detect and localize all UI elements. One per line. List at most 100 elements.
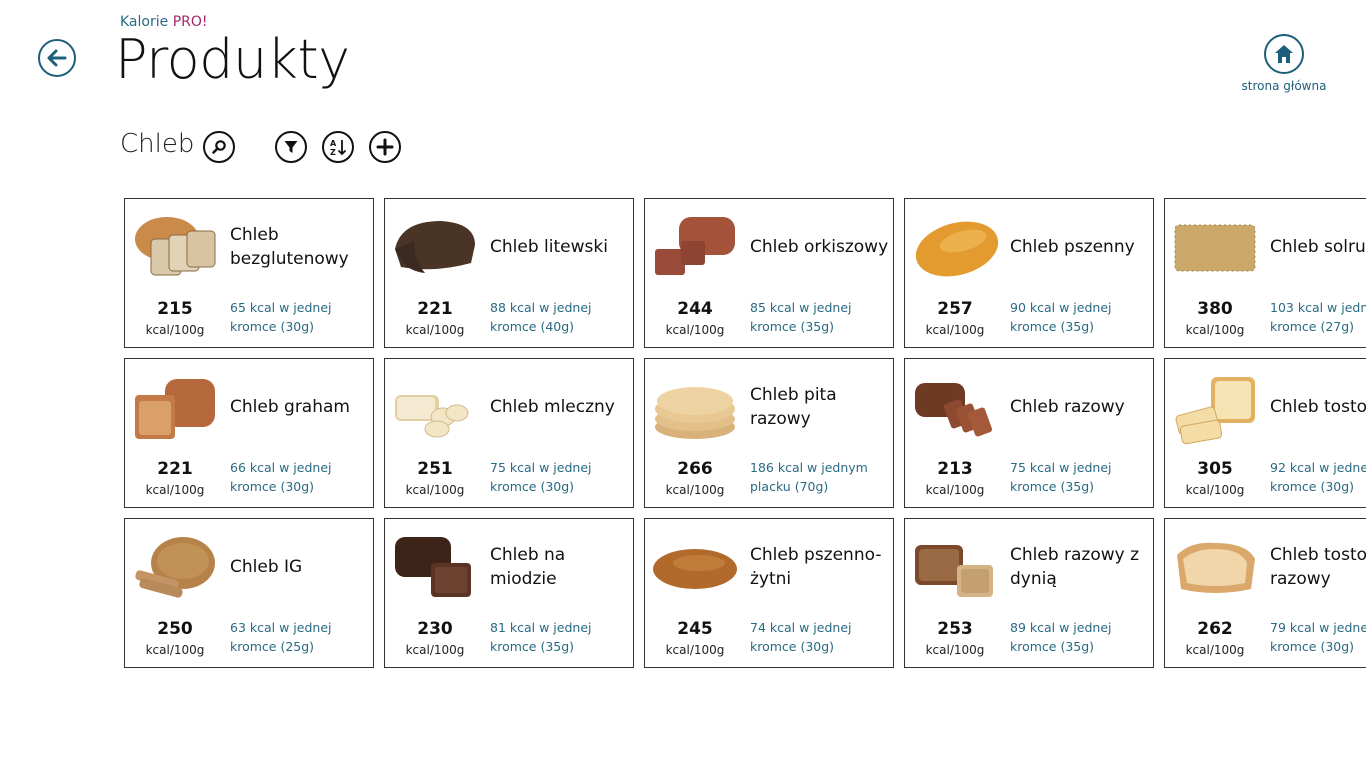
kcal-value: 380 [1197,299,1233,319]
portion-info: 65 kcal w jednej kromce (30g) [230,300,332,334]
bread-image [1174,224,1256,272]
bread-image [915,221,999,277]
home-circle [1264,34,1304,74]
bread-image [395,221,475,273]
kcal-unit: kcal/100g [665,323,725,337]
home-button[interactable]: strona główna [1238,34,1330,93]
kcal-value: 245 [677,619,713,639]
product-name: Chleb litewski [490,237,608,257]
portion-info: 92 kcal w jednej kromce (30g) [1270,460,1366,494]
product-card[interactable]: Chleb tostow razowy 262 kcal/100g 79 kca… [1164,518,1366,668]
product-card[interactable]: Chleb pszenno-żytni 245 kcal/100g 74 kca… [644,518,894,668]
bread-image [135,217,216,276]
kcal-unit: kcal/100g [145,323,205,337]
product-name: Chleb graham [230,397,350,417]
product-card[interactable]: Chleb razowy 213 kcal/100g 75 kcal w jed… [904,358,1154,508]
search-query: Chleb [120,129,195,159]
sort-az-icon: A Z [330,139,347,157]
portion-info: 66 kcal w jednej kromce (30g) [230,460,332,494]
product-card[interactable]: Chleb razowy z dynią 253 kcal/100g 89 kc… [904,518,1154,668]
product-card[interactable]: Chleb orkiszowy 244 kcal/100g 85 kcal w … [644,198,894,348]
product-name: Chleb mleczny [490,397,615,417]
kcal-value: 221 [417,299,453,319]
kcal-unit: kcal/100g [1185,643,1245,657]
product-card[interactable]: Chleb solrut 380 kcal/100g 103 kcal w je… [1164,198,1366,348]
kcal-value: 266 [677,459,713,479]
bread-image [915,383,993,437]
home-icon [1275,45,1293,63]
bread-image [1177,542,1255,593]
kcal-value: 230 [417,619,453,639]
kcal-unit: kcal/100g [1185,323,1245,337]
portion-info: 79 kcal w jednej kromce (30g) [1270,620,1366,654]
search-button[interactable] [203,131,235,163]
kcal-value: 215 [157,299,193,319]
product-name: Chleb pszenny [1010,237,1135,257]
product-card[interactable]: Chleb tostow 305 kcal/100g 92 kcal w jed… [1164,358,1366,508]
filter-button[interactable] [275,131,307,163]
product-name: Chleb pszenno-żytni [750,545,882,589]
product-name: Chleb na miodzie [490,545,566,589]
kcal-unit: kcal/100g [925,483,985,497]
product-name: Chleb IG [230,557,303,577]
search-icon [212,140,226,154]
bread-image [395,537,471,597]
product-card[interactable]: Chleb pszenny 257 kcal/100g 90 kcal w je… [904,198,1154,348]
portion-info: 81 kcal w jednej kromce (35g) [490,620,592,654]
bread-image [655,387,735,439]
bread-image [653,549,737,589]
bread-image [1175,377,1255,445]
portion-info: 186 kcal w jednym placku (70g) [750,460,868,494]
product-grid-viewport: Chleb bezglutenowy 215 kcal/100g 65 kcal… [124,198,1366,668]
portion-info: 74 kcal w jednej kromce (30g) [750,620,852,654]
product-grid: Chleb bezglutenowy 215 kcal/100g 65 kcal… [124,198,1366,668]
kcal-unit: kcal/100g [405,643,465,657]
product-name: Chleb razowy [1010,397,1125,417]
kcal-unit: kcal/100g [925,323,985,337]
portion-info: 90 kcal w jednej kromce (35g) [1010,300,1112,334]
bread-image [395,395,469,438]
back-button[interactable] [38,39,76,77]
bread-image [135,537,215,598]
product-card[interactable]: Chleb litewski 221 kcal/100g 88 kcal w j… [384,198,634,348]
kcal-value: 213 [937,459,973,479]
portion-info: 75 kcal w jednej kromce (35g) [1010,460,1112,494]
kcal-value: 244 [677,299,713,319]
product-name: Chleb tostow [1270,397,1366,417]
portion-info: 85 kcal w jednej kromce (35g) [750,300,852,334]
product-name: Chleb bezglutenowy [230,225,349,269]
page-title: Produkty [115,28,350,91]
product-card[interactable]: Chleb IG 250 kcal/100g 63 kcal w jednej … [124,518,374,668]
kcal-unit: kcal/100g [665,483,725,497]
kcal-value: 257 [937,299,973,319]
product-card[interactable]: Chleb mleczny 251 kcal/100g 75 kcal w je… [384,358,634,508]
kcal-unit: kcal/100g [405,323,465,337]
sort-button[interactable]: A Z [322,131,354,163]
product-card[interactable]: Chleb na miodzie 230 kcal/100g 81 kcal w… [384,518,634,668]
product-card[interactable]: Chleb graham 221 kcal/100g 66 kcal w jed… [124,358,374,508]
portion-info: 75 kcal w jednej kromce (30g) [490,460,592,494]
product-name: Chleb orkiszowy [750,237,889,257]
kcal-value: 253 [937,619,973,639]
filter-icon [284,141,298,153]
product-name: Chleb solrut [1270,237,1366,257]
svg-text:Z: Z [330,148,336,157]
product-card[interactable]: Chleb bezglutenowy 215 kcal/100g 65 kcal… [124,198,374,348]
kcal-unit: kcal/100g [665,643,725,657]
add-button[interactable] [369,131,401,163]
portion-info: 103 kcal w jednej kromce (27g) [1270,300,1366,334]
arrow-left-icon [47,49,67,67]
kcal-unit: kcal/100g [405,483,465,497]
add-icon [376,138,394,156]
svg-text:A: A [330,139,337,148]
product-name: Chleb pita razowy [750,385,837,429]
kcal-value: 251 [417,459,453,479]
kcal-unit: kcal/100g [145,483,205,497]
home-label: strona główna [1241,79,1327,93]
product-card[interactable]: Chleb pita razowy 266 kcal/100g 186 kcal… [644,358,894,508]
portion-info: 88 kcal w jednej kromce (40g) [490,300,592,334]
portion-info: 89 kcal w jednej kromce (35g) [1010,620,1112,654]
kcal-value: 305 [1197,459,1233,479]
bread-image [655,217,735,275]
portion-info: 63 kcal w jednej kromce (25g) [230,620,332,654]
